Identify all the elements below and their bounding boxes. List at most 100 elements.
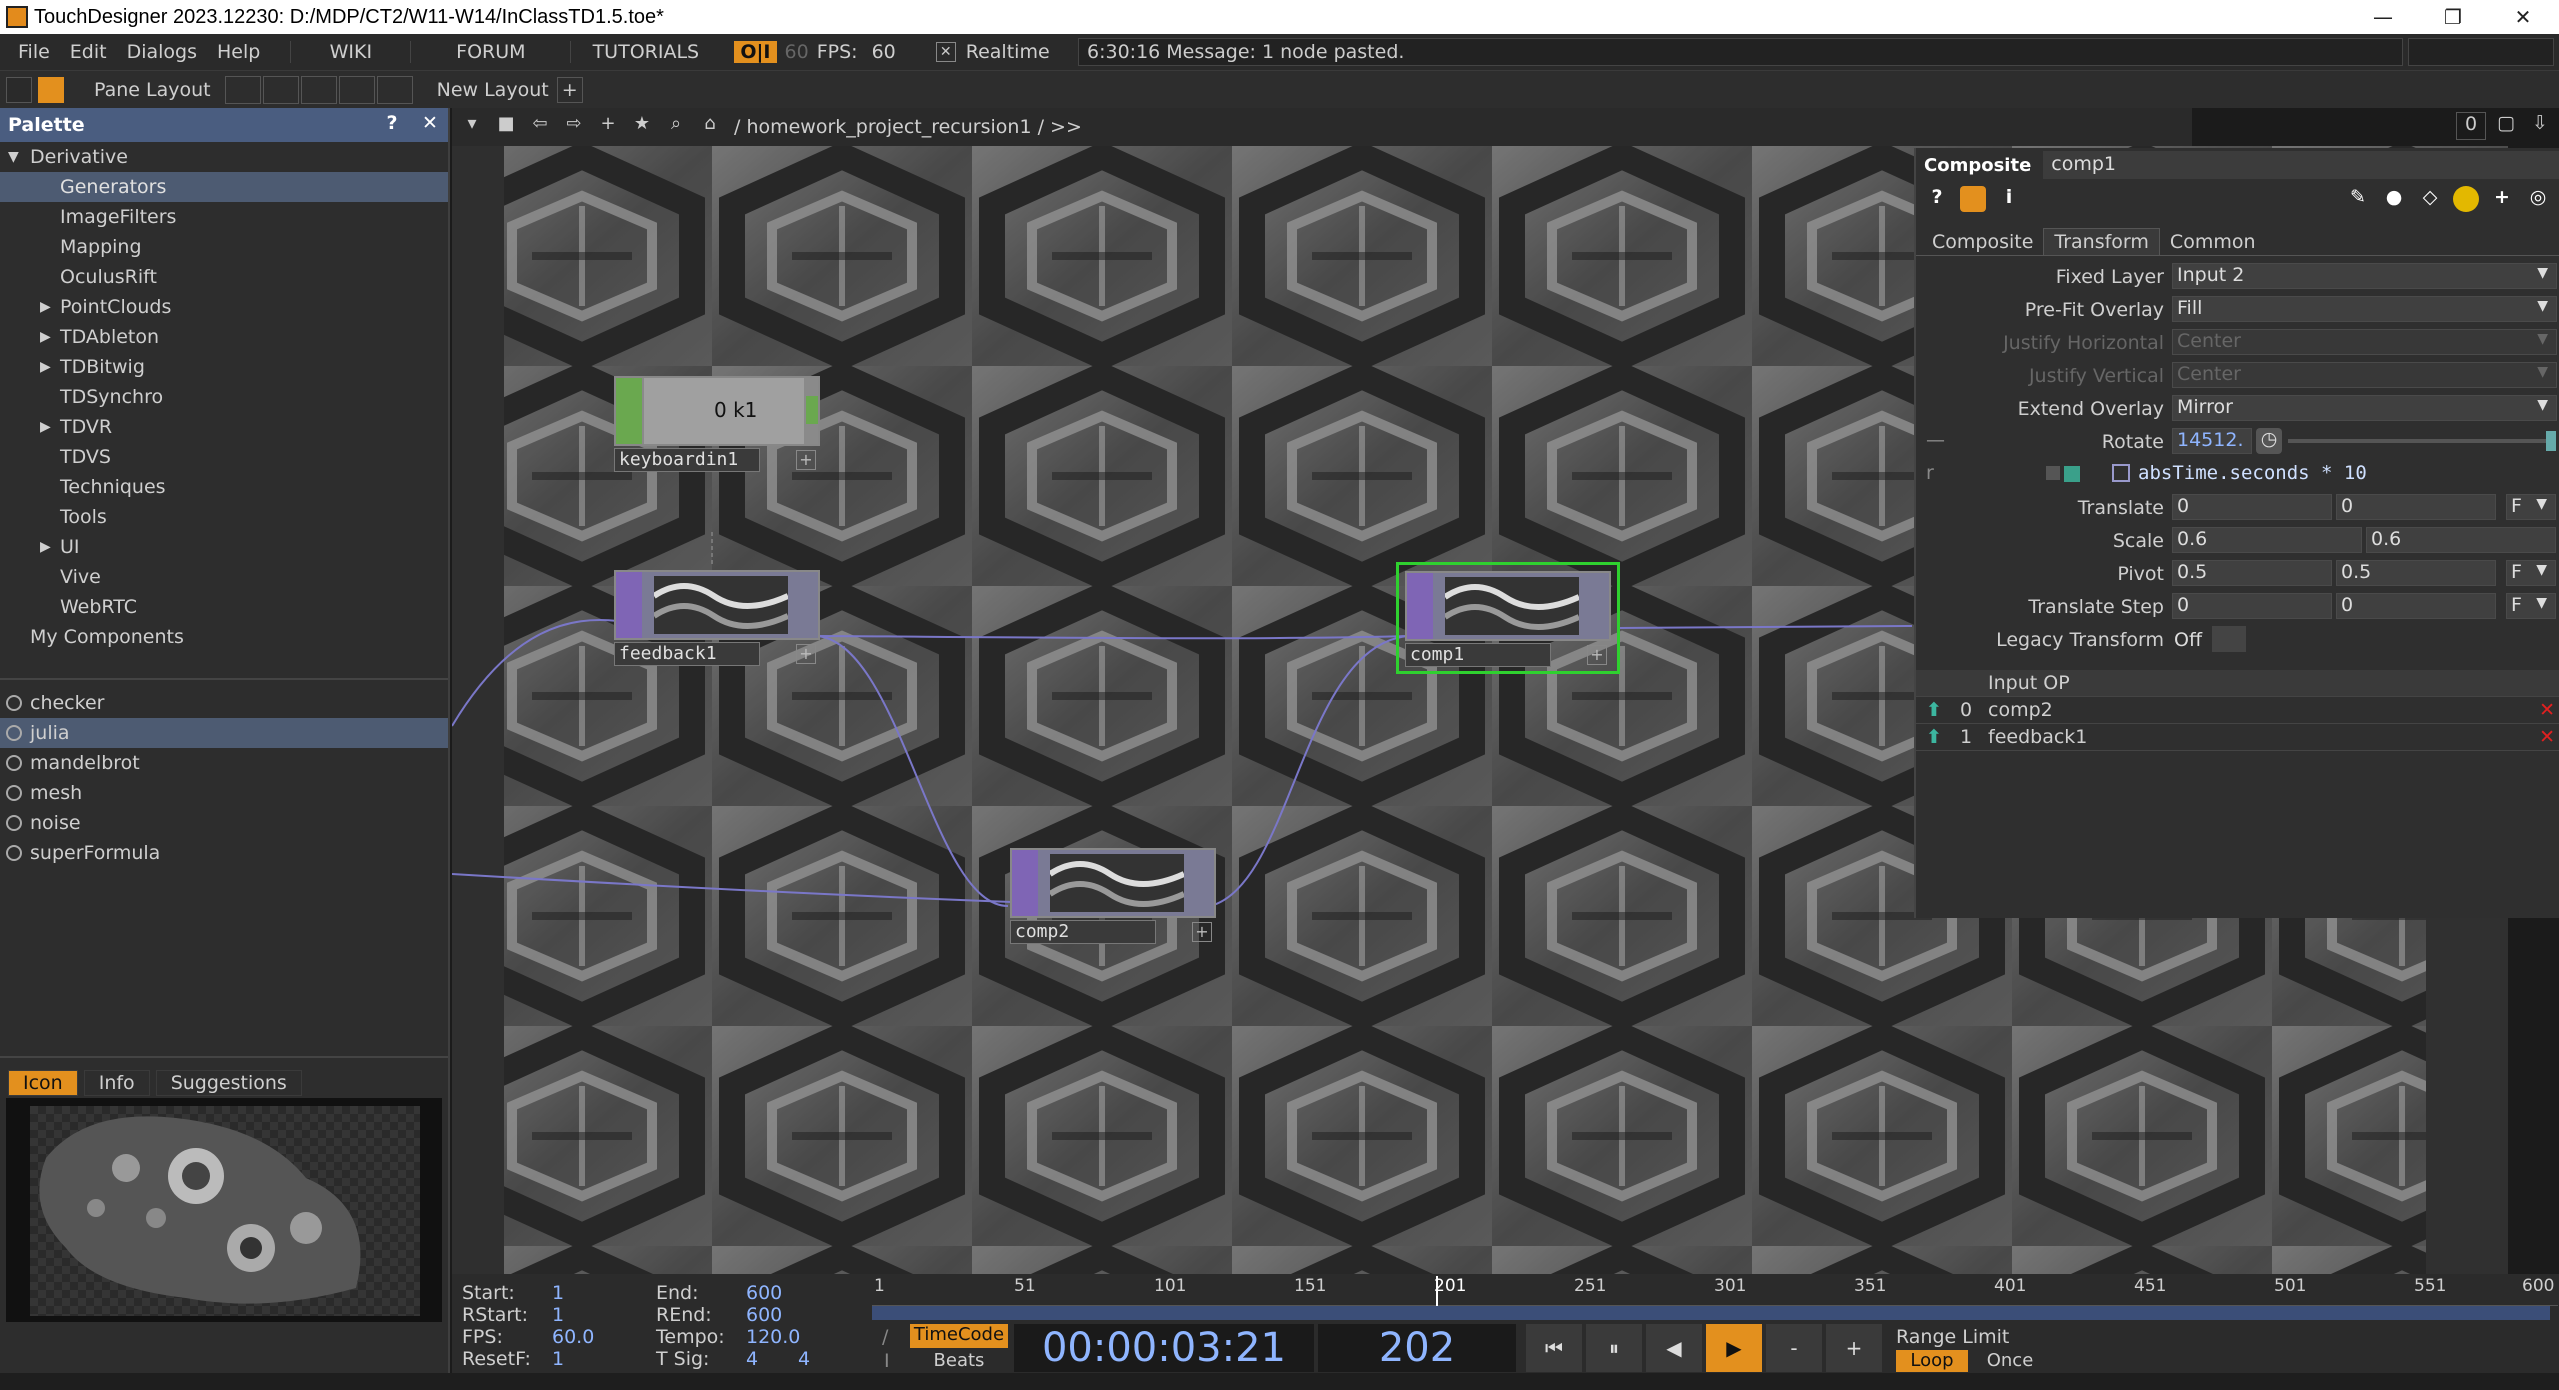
comment-icon[interactable]: ● <box>2381 186 2407 212</box>
pause-button[interactable]: ⏸ <box>1586 1324 1642 1372</box>
translate-x-field[interactable]: 0 <box>2172 494 2332 520</box>
wiki-link[interactable]: WIKI <box>290 41 410 63</box>
forward-icon[interactable]: ⇨ <box>560 113 588 141</box>
home-icon[interactable]: ⌂ <box>696 113 724 141</box>
menu-help[interactable]: Help <box>207 41 270 63</box>
node-name-label[interactable]: comp1 <box>1405 643 1551 667</box>
tab-suggestions[interactable]: Suggestions <box>155 1070 302 1096</box>
minimize-button[interactable]: — <box>2348 0 2418 34</box>
tree-item-vive[interactable]: Vive <box>0 562 448 592</box>
tree-item-tdableton[interactable]: ▶ TDAbleton <box>0 322 448 352</box>
layout-four-button[interactable] <box>376 75 413 104</box>
layout-split-h-button[interactable] <box>300 75 337 104</box>
beats-mode-button[interactable]: Beats <box>910 1350 1008 1372</box>
translate-step-unit-dropdown[interactable]: F ▼ <box>2506 593 2556 619</box>
translate-y-field[interactable]: 0 <box>2336 494 2496 520</box>
translate-unit-dropdown[interactable]: F ▼ <box>2506 494 2556 520</box>
tsig-numerator[interactable]: 4 <box>746 1348 758 1370</box>
rotate-slider[interactable] <box>2288 439 2550 443</box>
tab-info[interactable]: Info <box>83 1070 150 1096</box>
step-back-button[interactable]: ◀ <box>1646 1324 1702 1372</box>
step-minus-button[interactable]: - <box>1766 1324 1822 1372</box>
layout-single-button[interactable] <box>224 75 261 104</box>
network-menu-icon[interactable]: ▾ <box>458 113 486 141</box>
tree-item-tdvs[interactable]: TDVS <box>0 442 448 472</box>
tree-item-pointclouds[interactable]: ▶ PointClouds <box>0 292 448 322</box>
scale-y-field[interactable]: 0.6 <box>2366 527 2556 553</box>
node-keyboardin1[interactable]: 0 k1 keyboardin1 + <box>614 376 820 472</box>
resetf-value[interactable]: 1 <box>552 1348 564 1370</box>
add-icon[interactable]: + <box>594 113 622 141</box>
pane-icon[interactable] <box>6 76 32 103</box>
rotate-field[interactable]: 14512. <box>2172 428 2252 454</box>
component-noise[interactable]: noise <box>0 808 448 838</box>
palette-close-icon[interactable]: ✕ <box>416 112 444 138</box>
tree-item-oculusrift[interactable]: OculusRift <box>0 262 448 292</box>
rewind-button[interactable]: ⏮ <box>1526 1324 1582 1372</box>
start-value[interactable]: 1 <box>552 1282 564 1304</box>
close-button[interactable]: ✕ <box>2488 0 2558 34</box>
frame-display[interactable]: 202 <box>1318 1324 1516 1372</box>
translate-step-x-field[interactable]: 0 <box>2172 593 2332 619</box>
rend-value[interactable]: 600 <box>746 1304 782 1326</box>
expression-checkbox[interactable] <box>2112 464 2130 482</box>
maximize-pane-icon[interactable]: ▢ <box>2492 112 2520 140</box>
prefit-dropdown[interactable]: Fill ▼ <box>2172 296 2557 322</box>
expand-down-icon[interactable]: ▼ <box>8 142 19 172</box>
menu-edit[interactable]: Edit <box>60 41 117 63</box>
step-plus-button[interactable]: + <box>1826 1324 1882 1372</box>
end-value[interactable]: 600 <box>746 1282 782 1304</box>
tree-root-derivative[interactable]: ▼ Derivative <box>0 142 448 172</box>
timeline-ruler[interactable]: 1 51 101 151 201 251 301 351 401 451 501… <box>872 1276 2558 1306</box>
target-icon[interactable]: ◎ <box>2525 186 2551 212</box>
tree-item-webrtc[interactable]: WebRTC <box>0 592 448 622</box>
node-flags[interactable] <box>616 378 642 444</box>
node-feedback1[interactable]: feedback1 + <box>614 570 820 666</box>
remove-icon[interactable]: ✕ <box>2539 699 2555 721</box>
legacy-transform-toggle[interactable] <box>2212 626 2246 652</box>
realtime-checkbox[interactable]: ✕ <box>935 42 956 62</box>
node-comp1[interactable]: comp1 + <box>1396 562 1620 674</box>
node-flags[interactable] <box>1407 573 1433 639</box>
once-button[interactable]: Once <box>1974 1350 2046 1372</box>
component-checker[interactable]: checker <box>0 688 448 718</box>
arrow-up-icon[interactable]: ⬆ <box>1926 699 1942 721</box>
expression-text[interactable]: absTime.seconds * 10 <box>2138 462 2367 484</box>
tree-item-tdvr[interactable]: ▶ TDVR <box>0 412 448 442</box>
tree-item-imagefilters[interactable]: ImageFilters <box>0 202 448 232</box>
pane-menu-icon[interactable]: ⇩ <box>2526 112 2554 140</box>
op-name-field[interactable]: comp1 <box>2043 151 2559 179</box>
home-icon[interactable] <box>38 76 64 103</box>
expand-right-icon[interactable]: ▶ <box>40 412 51 442</box>
extend-overlay-dropdown[interactable]: Mirror ▼ <box>2172 395 2557 421</box>
playhead[interactable] <box>1436 1276 1438 1306</box>
tempo-value[interactable]: 120.0 <box>746 1326 800 1348</box>
palette-help-icon[interactable]: ? <box>378 112 406 138</box>
node-name-label[interactable]: comp2 <box>1010 920 1156 944</box>
component-superformula[interactable]: superFormula <box>0 838 448 868</box>
help-icon[interactable]: ? <box>1924 186 1950 212</box>
fps-value[interactable]: 60.0 <box>552 1326 594 1348</box>
pivot-x-field[interactable]: 0.5 <box>2172 560 2332 586</box>
back-icon[interactable]: ⇦ <box>526 113 554 141</box>
python-help-icon[interactable] <box>1960 186 1986 212</box>
node-name-label[interactable]: keyboardin1 <box>614 448 760 472</box>
play-button[interactable]: ▶ <box>1706 1324 1762 1372</box>
tree-my-components[interactable]: My Components <box>0 622 448 652</box>
rstart-value[interactable]: 1 <box>552 1304 564 1326</box>
eraser-icon[interactable]: ◇ <box>2417 186 2443 212</box>
forum-link[interactable]: FORUM <box>410 41 570 63</box>
input-op-row[interactable]: ⬆ 1 feedback1 ✕ <box>1916 724 2559 751</box>
tab-composite[interactable]: Composite <box>1922 229 2043 255</box>
expand-right-icon[interactable]: ▶ <box>40 322 51 352</box>
collapse-dash-icon[interactable]: — <box>1926 429 1945 451</box>
node-flags[interactable] <box>1012 850 1038 916</box>
pivot-y-field[interactable]: 0.5 <box>2336 560 2496 586</box>
tree-item-mapping[interactable]: Mapping <box>0 232 448 262</box>
tree-item-tdsynchro[interactable]: TDSynchro <box>0 382 448 412</box>
stop-icon[interactable]: ■ <box>492 113 520 141</box>
tree-item-techniques[interactable]: Techniques <box>0 472 448 502</box>
search-icon[interactable]: ⌕ <box>662 113 690 141</box>
slider-handle[interactable] <box>2546 431 2556 451</box>
node-output-connector[interactable] <box>806 396 818 424</box>
